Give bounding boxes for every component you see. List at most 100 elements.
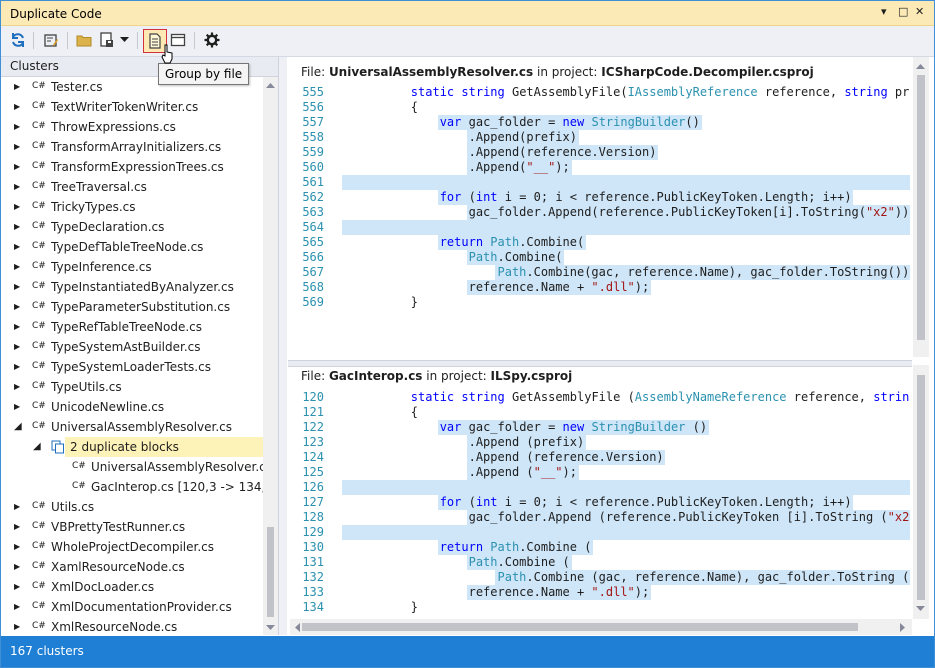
tree-item[interactable]: ▶ C# TypeUtils.cs — [1, 377, 263, 397]
duplicate-instance-item[interactable]: C# GacInterop.cs [120,3 -> 134,4] — [1, 477, 263, 497]
file2-scroll-thumb[interactable] — [917, 375, 925, 600]
tree-item[interactable]: ▶ C# TransformExpressionTrees.cs — [1, 157, 263, 177]
file2-mid: in project: — [422, 369, 491, 383]
expand-arrow-icon[interactable]: ▶ — [14, 202, 20, 211]
csharp-file-icon: C# — [32, 521, 46, 531]
close-icon[interactable]: ✕ — [915, 5, 924, 18]
duplicate-blocks-node[interactable]: ◢ 2 duplicate blocks — [1, 437, 263, 457]
toolbar-separator — [67, 32, 68, 49]
tree-item[interactable]: ▶ C# TrickyTypes.cs — [1, 197, 263, 217]
scroll-right-icon[interactable] — [900, 623, 906, 632]
expand-arrow-icon[interactable]: ▶ — [14, 382, 20, 391]
expand-arrow-icon[interactable]: ▶ — [14, 122, 20, 131]
tree-item[interactable]: ▶ C# XmlDocumentationProvider.cs — [1, 597, 263, 617]
expand-arrow-icon[interactable]: ▶ — [14, 582, 20, 591]
scroll-up-icon[interactable] — [266, 82, 275, 88]
expand-arrow-icon[interactable]: ▶ — [14, 622, 20, 631]
code-line: 130 return Path.Combine ( — [290, 540, 910, 555]
code-text: var gac_folder = new StringBuilder () — [439, 420, 708, 434]
tree-item-label: Utils.cs — [51, 500, 95, 514]
tree-item[interactable]: ▶ C# TypeSystemLoaderTests.cs — [1, 357, 263, 377]
scroll-down-icon[interactable] — [266, 625, 275, 631]
settings-button[interactable] — [201, 29, 223, 51]
collapse-arrow-icon[interactable]: ◢ — [33, 441, 41, 452]
line-number: 568 — [302, 280, 324, 294]
expand-arrow-icon[interactable]: ▶ — [14, 402, 20, 411]
save-as-button[interactable] — [96, 29, 118, 51]
file2-scrollbar[interactable] — [913, 365, 929, 619]
window-menu-icon[interactable]: ▾ — [881, 5, 887, 18]
expand-arrow-icon[interactable]: ▶ — [14, 142, 20, 151]
expand-arrow-icon[interactable]: ▶ — [14, 522, 20, 531]
tree-item[interactable]: ▶ C# ThrowExpressions.cs — [1, 117, 263, 137]
save-dropdown-button[interactable] — [117, 29, 131, 51]
tree-item[interactable]: ▶ C# UnicodeNewline.cs — [1, 397, 263, 417]
code-line: 561 — [290, 175, 910, 190]
file1-scrollbar[interactable] — [913, 57, 929, 357]
horizontal-scroll-thumb[interactable] — [302, 623, 858, 631]
expand-arrow-icon[interactable]: ▶ — [14, 342, 20, 351]
expand-arrow-icon[interactable]: ▶ — [14, 222, 20, 231]
expand-arrow-icon[interactable]: ▶ — [14, 282, 20, 291]
tree-scrollbar[interactable] — [263, 77, 278, 635]
tree-item[interactable]: ▶ C# XmlResourceNode.cs — [1, 617, 263, 635]
line-number: 555 — [302, 85, 324, 99]
tree-item[interactable]: ▶ C# Utils.cs — [1, 497, 263, 517]
tree-item[interactable]: ▶ C# TypeDefTableTreeNode.cs — [1, 237, 263, 257]
tree-item[interactable]: ▶ C# TypeInference.cs — [1, 257, 263, 277]
code-pane-divider[interactable] — [288, 360, 912, 367]
tree-item[interactable]: ▶ C# WholeProjectDecompiler.cs — [1, 537, 263, 557]
expand-arrow-icon[interactable]: ▶ — [14, 322, 20, 331]
scroll-up-icon[interactable] — [916, 63, 925, 69]
code-line: 560 .Append("__"); — [290, 160, 910, 175]
code-text: static string GetAssemblyFile (AssemblyN… — [410, 390, 910, 404]
code-line: 568 reference.Name + ".dll"); — [290, 280, 910, 295]
expand-arrow-icon[interactable]: ▶ — [14, 182, 20, 191]
duplicate-instance-item[interactable]: C# UniversalAssemblyResolver.cs... — [1, 457, 263, 477]
expand-arrow-icon[interactable]: ▶ — [14, 262, 20, 271]
file2-code-view[interactable]: 120 static string GetAssemblyFile (Assem… — [290, 390, 910, 620]
maximize-icon[interactable]: □ — [898, 5, 908, 18]
expand-arrow-icon[interactable]: ▶ — [14, 302, 20, 311]
line-number: 134 — [302, 600, 324, 614]
tree-item[interactable]: ▶ C# TypeDeclaration.cs — [1, 217, 263, 237]
tree-scroll-thumb[interactable] — [267, 527, 274, 617]
code-line: 126 — [290, 480, 910, 495]
expand-arrow-icon[interactable]: ▶ — [14, 502, 20, 511]
refresh-button[interactable] — [7, 29, 29, 51]
horizontal-scrollbar[interactable] — [290, 619, 912, 635]
tree-item[interactable]: ▶ C# TextWriterTokenWriter.cs — [1, 97, 263, 117]
tree-item[interactable]: ◢ C# UniversalAssemblyResolver.cs — [1, 417, 263, 437]
tree-item[interactable]: ▶ C# XmlDocLoader.cs — [1, 577, 263, 597]
scroll-left-icon[interactable] — [294, 623, 300, 632]
tree-item[interactable]: ▶ C# TreeTraversal.cs — [1, 177, 263, 197]
expand-arrow-icon[interactable]: ▶ — [14, 162, 20, 171]
file1-code-view[interactable]: 555 static string GetAssemblyFile(IAssem… — [290, 85, 910, 360]
collapse-arrow-icon[interactable]: ◢ — [14, 421, 22, 432]
tree-item[interactable]: ▶ C# TypeParameterSubstitution.cs — [1, 297, 263, 317]
tree-item[interactable]: ▶ C# TransformArrayInitializers.cs — [1, 137, 263, 157]
tree-item[interactable]: ▶ C# TypeInstantiatedByAnalyzer.cs — [1, 277, 263, 297]
line-number: 126 — [302, 480, 324, 494]
tree-item[interactable]: ▶ C# TypeSystemAstBuilder.cs — [1, 337, 263, 357]
expand-arrow-icon[interactable]: ▶ — [14, 542, 20, 551]
expand-arrow-icon[interactable]: ▶ — [14, 602, 20, 611]
code-text: reference.Name + ".dll"); — [353, 585, 650, 599]
expand-arrow-icon[interactable]: ▶ — [14, 102, 20, 111]
expand-arrow-icon[interactable]: ▶ — [14, 562, 20, 571]
code-line: 564 — [290, 220, 910, 235]
edit-button[interactable] — [40, 29, 62, 51]
csharp-file-icon: C# — [32, 381, 46, 391]
open-folder-button[interactable] — [73, 29, 95, 51]
tree-item[interactable]: ▶ C# TypeRefTableTreeNode.cs — [1, 317, 263, 337]
expand-arrow-icon[interactable]: ▶ — [14, 82, 20, 91]
expand-arrow-icon[interactable]: ▶ — [14, 242, 20, 251]
pane-splitter[interactable] — [279, 57, 287, 635]
tree-item[interactable]: ▶ C# XamlResourceNode.cs — [1, 557, 263, 577]
expand-arrow-icon[interactable]: ▶ — [14, 362, 20, 371]
scroll-down-icon[interactable] — [916, 606, 925, 612]
file1-scroll-thumb[interactable] — [917, 75, 925, 340]
line-number: 128 — [302, 510, 324, 524]
tree-item[interactable]: ▶ C# VBPrettyTestRunner.cs — [1, 517, 263, 537]
code-line: 123 .Append (prefix) — [290, 435, 910, 450]
